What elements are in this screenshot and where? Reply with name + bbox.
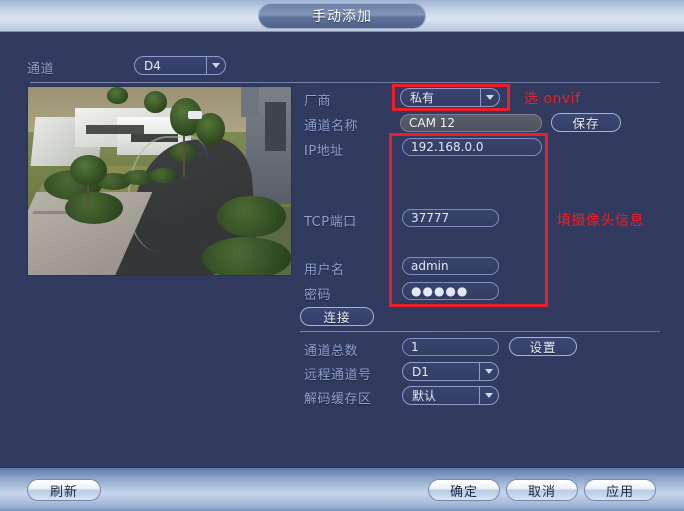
ip-address-label: IP地址 [304,144,344,159]
password-label: 密码 [304,288,332,303]
cancel-button[interactable]: 取消 [506,479,578,501]
save-button[interactable]: 保存 [551,113,621,132]
channel-name-label: 通道名称 [304,119,359,134]
username-input[interactable]: admin [402,257,499,275]
password-input[interactable]: ●●●●● [402,282,499,300]
channel-select-value: D4 [144,58,161,73]
chevron-down-icon[interactable] [479,387,498,404]
manufacturer-value: 私有 [410,91,435,105]
decode-buffer-value: 默认 [412,389,437,403]
tcp-port-input[interactable]: 37777 [402,209,499,227]
apply-button[interactable]: 应用 [584,479,656,501]
decode-buffer-select[interactable]: 默认 [402,386,499,405]
window-title: 手动添加 [258,3,426,29]
chevron-down-icon[interactable] [206,57,225,74]
dialog-body: 通道 D4 厂商 私有 通道名称 CAM 12 保存 IP地址 192.168.… [0,32,684,467]
manual-add-dialog: 手动添加 通道 D4 厂商 私有 通道名称 CAM 12 保存 IP地址 192… [0,0,684,511]
tcp-port-label: TCP端口 [304,215,357,230]
divider-top [30,82,660,83]
decode-buffer-label: 解码缓存区 [304,392,372,407]
channel-label: 通道 [27,62,55,77]
channel-select[interactable]: D4 [134,56,226,75]
ip-address-input[interactable]: 192.168.0.0 [402,138,542,156]
divider-middle [300,331,660,332]
footer-bar: 刷新 确定 取消 应用 [0,467,684,511]
chevron-down-icon[interactable] [480,89,499,106]
connect-button[interactable]: 连接 [300,307,374,326]
total-channels-label: 通道总数 [304,344,359,359]
username-label: 用户名 [304,263,345,278]
refresh-button[interactable]: 刷新 [27,479,101,501]
camera-preview [27,86,292,276]
annotation-onvif-text: 选 onvif [524,91,581,107]
remote-channel-label: 远程通道号 [304,368,372,383]
remote-channel-select[interactable]: D1 [402,362,499,381]
manufacturer-select[interactable]: 私有 [400,88,500,107]
remote-channel-value: D1 [412,364,429,379]
chevron-down-icon[interactable] [479,363,498,380]
setup-button[interactable]: 设置 [509,337,577,356]
ok-button[interactable]: 确定 [428,479,500,501]
title-bar: 手动添加 [0,0,684,32]
channel-name-input[interactable]: CAM 12 [400,114,542,132]
manufacturer-label: 厂商 [304,94,332,109]
total-channels-input[interactable]: 1 [402,338,499,356]
annotation-camera-info-text: 填摄像头信息 [557,213,644,229]
